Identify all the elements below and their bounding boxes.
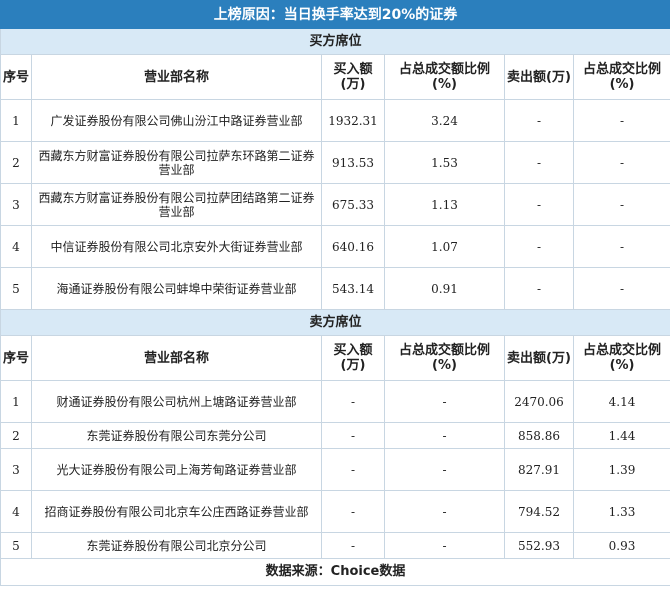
buy-ratio: 3.24 (384, 99, 505, 142)
table-row: 1 财通证券股份有限公司杭州上塘路证券营业部 - -2470.06 4.14 (0, 380, 670, 423)
header-buy-ratio: 占总成交额比例(%) (384, 335, 505, 381)
buy-ratio: 0.91 (384, 267, 505, 310)
table-row: 3 光大证券股份有限公司上海芳甸路证券营业部 - -827.91 1.39 (0, 448, 670, 491)
row-no: 5 (0, 532, 32, 559)
header-buy-amount: 买入额(万) (321, 54, 385, 100)
sell-amount: 858.86 (504, 422, 574, 449)
sell-amount: 552.93 (504, 532, 574, 559)
buy-ratio: - (384, 380, 505, 423)
buy-ratio: 1.13 (384, 183, 505, 226)
buy-amount: - (321, 422, 385, 449)
row-no: 4 (0, 225, 32, 268)
header-no: 序号 (0, 54, 32, 100)
table-row: 5 东莞证券股份有限公司北京分公司 - -552.93 0.93 (0, 532, 670, 559)
table-row: 4 中信证券股份有限公司北京安外大街证券营业部 640.16 1.07- - (0, 225, 670, 268)
buy-amount: - (321, 448, 385, 491)
row-no: 5 (0, 267, 32, 310)
table-row: 5 海通证券股份有限公司蚌埠中荣街证券营业部 543.14 0.91- - (0, 267, 670, 310)
branch-name: 财通证券股份有限公司杭州上塘路证券营业部 (31, 380, 322, 423)
sell-ratio: 1.39 (572, 448, 670, 491)
buy-amount: 675.33 (321, 183, 385, 226)
buy-ratio: - (384, 422, 505, 449)
header-branch-name: 营业部名称 (31, 335, 322, 381)
table-row: 2 西藏东方财富证券股份有限公司拉萨东环路第二证券营业部 913.53 1.53- - (0, 141, 670, 184)
table-row: 3 西藏东方财富证券股份有限公司拉萨团结路第二证券营业部 675.33 1.13- - (0, 183, 670, 226)
sell-ratio: - (572, 225, 670, 268)
data-source-note: 数据来源：Choice数据 (0, 558, 670, 586)
sell-amount: - (504, 99, 574, 142)
buy-amount: 543.14 (321, 267, 385, 310)
sell-amount: 2470.06 (504, 380, 574, 423)
header-sell-ratio: 占总成交比例(%) (572, 54, 670, 100)
buy-amount: - (321, 490, 385, 533)
buy-amount: 1932.31 (321, 99, 385, 142)
sell-ratio: 1.44 (572, 422, 670, 449)
header-sell-ratio: 占总成交比例(%) (572, 335, 670, 381)
header-sell-amount: 卖出额(万) (504, 335, 574, 381)
row-no: 2 (0, 141, 32, 184)
column-header-row: 序号 营业部名称 买入额(万) 占总成交额比例(%) 卖出额(万) 占总成交比例(%) (0, 335, 670, 381)
footer-row: 数据来源：Choice数据 (0, 558, 670, 586)
sell-ratio: - (572, 267, 670, 310)
branch-name: 西藏东方财富证券股份有限公司拉萨团结路第二证券营业部 (31, 183, 322, 226)
row-no: 2 (0, 422, 32, 449)
branch-name: 东莞证券股份有限公司东莞分公司 (31, 422, 322, 449)
sell-amount: - (504, 267, 574, 310)
header-buy-amount: 买入额(万) (321, 335, 385, 381)
dragon-tiger-table: 上榜原因：当日换手率达到20%的证券 买方席位 序号 营业部名称 买入额(万) 占总成交… (0, 0, 670, 586)
buy-amount: 640.16 (321, 225, 385, 268)
branch-name: 西藏东方财富证券股份有限公司拉萨东环路第二证券营业部 (31, 141, 322, 184)
table-row: 1 广发证券股份有限公司佛山汾江中路证券营业部 1932.31 3.24- - (0, 99, 670, 142)
buy-ratio: 1.07 (384, 225, 505, 268)
header-sell-amount: 卖出额(万) (504, 54, 574, 100)
row-no: 4 (0, 490, 32, 533)
buy-section-title: 买方席位 (0, 28, 670, 55)
branch-name: 东莞证券股份有限公司北京分公司 (31, 532, 322, 559)
branch-name: 光大证券股份有限公司上海芳甸路证券营业部 (31, 448, 322, 491)
sell-amount: - (504, 225, 574, 268)
sell-ratio: - (572, 183, 670, 226)
title-row: 上榜原因：当日换手率达到20%的证券 (0, 0, 670, 29)
sell-section-title: 卖方席位 (0, 309, 670, 336)
column-header-row: 序号 营业部名称 买入额(万) 占总成交额比例(%) 卖出额(万) 占总成交比例(%) (0, 54, 670, 100)
buy-amount: 913.53 (321, 141, 385, 184)
buy-ratio: - (384, 490, 505, 533)
row-no: 3 (0, 183, 32, 226)
sell-ratio: 4.14 (572, 380, 670, 423)
buy-ratio: - (384, 448, 505, 491)
header-branch-name: 营业部名称 (31, 54, 322, 100)
sell-amount: - (504, 141, 574, 184)
sell-section-row: 卖方席位 (0, 309, 670, 336)
header-no: 序号 (0, 335, 32, 381)
table-row: 2 东莞证券股份有限公司东莞分公司 - -858.86 1.44 (0, 422, 670, 449)
branch-name: 广发证券股份有限公司佛山汾江中路证券营业部 (31, 99, 322, 142)
buy-ratio: - (384, 532, 505, 559)
table-row: 4 招商证券股份有限公司北京车公庄西路证券营业部 - -794.52 1.33 (0, 490, 670, 533)
sell-ratio: 0.93 (572, 532, 670, 559)
header-buy-ratio: 占总成交额比例(%) (384, 54, 505, 100)
sell-ratio: - (572, 99, 670, 142)
sell-ratio: 1.33 (572, 490, 670, 533)
buy-ratio: 1.53 (384, 141, 505, 184)
sell-amount: 827.91 (504, 448, 574, 491)
branch-name: 中信证券股份有限公司北京安外大街证券营业部 (31, 225, 322, 268)
table-title: 上榜原因：当日换手率达到20%的证券 (0, 0, 670, 29)
row-no: 1 (0, 380, 32, 423)
buy-amount: - (321, 532, 385, 559)
row-no: 3 (0, 448, 32, 491)
row-no: 1 (0, 99, 32, 142)
sell-ratio: - (572, 141, 670, 184)
buy-section-row: 买方席位 (0, 28, 670, 55)
branch-name: 海通证券股份有限公司蚌埠中荣街证券营业部 (31, 267, 322, 310)
sell-amount: - (504, 183, 574, 226)
branch-name: 招商证券股份有限公司北京车公庄西路证券营业部 (31, 490, 322, 533)
buy-amount: - (321, 380, 385, 423)
sell-amount: 794.52 (504, 490, 574, 533)
